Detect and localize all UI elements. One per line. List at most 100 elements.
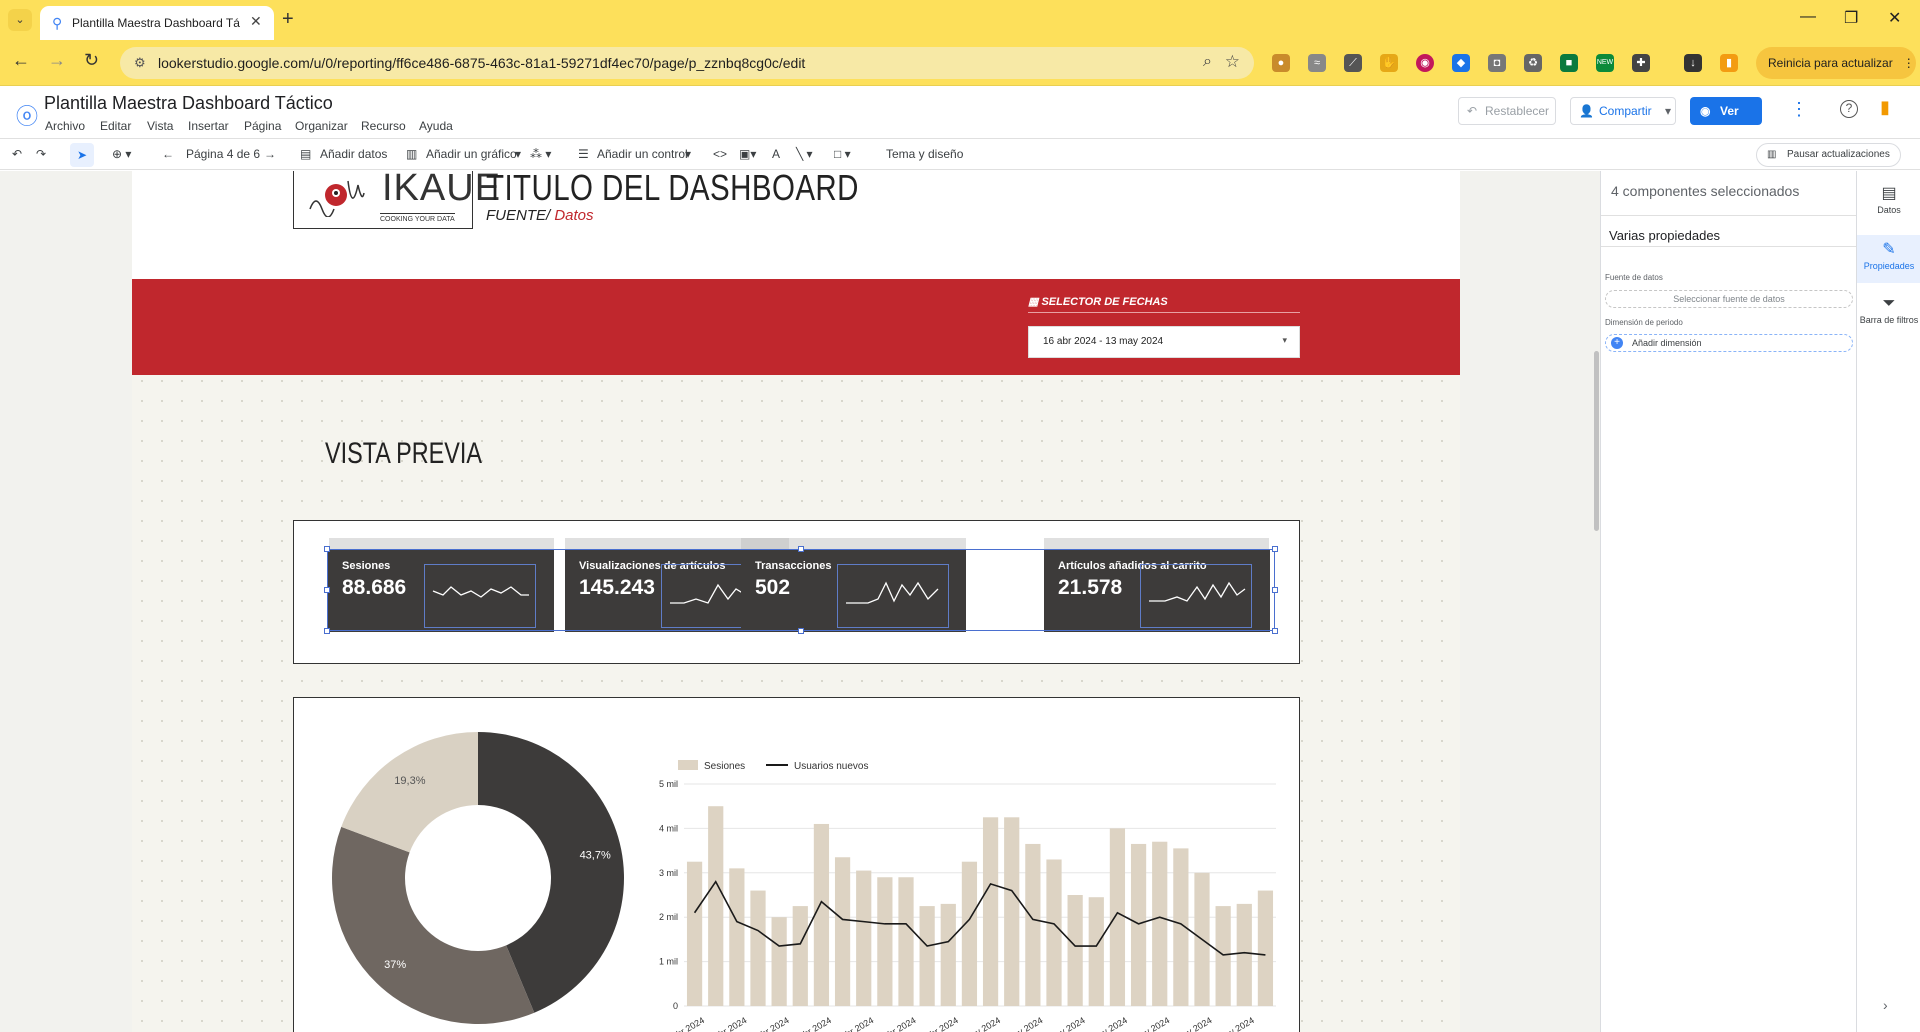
datasource-selector[interactable]: Seleccionar fuente de datos bbox=[1605, 290, 1853, 308]
tag-extension-icon[interactable]: ⟋ bbox=[1344, 54, 1362, 72]
analytics-icon[interactable]: ▮ bbox=[1720, 54, 1738, 72]
page-indicator[interactable]: Página 4 de 6 bbox=[186, 147, 260, 161]
puzzle-icon[interactable]: ✚ bbox=[1632, 54, 1650, 72]
bar[interactable] bbox=[729, 868, 745, 1006]
bar[interactable] bbox=[898, 877, 914, 1006]
close-window-icon[interactable]: ✕ bbox=[1888, 8, 1901, 28]
shape-icon[interactable]: □ ▾ bbox=[834, 147, 851, 161]
bar[interactable] bbox=[708, 806, 724, 1006]
resize-handle[interactable] bbox=[324, 628, 330, 634]
bar[interactable] bbox=[750, 890, 766, 1006]
menu-pagina[interactable]: Página bbox=[244, 119, 281, 133]
looker-studio-logo-icon[interactable]: ⓞ bbox=[16, 99, 38, 131]
resize-handle[interactable] bbox=[1272, 587, 1278, 593]
pause-updates-button[interactable]: ▥ Pausar actualizaciones bbox=[1756, 143, 1901, 167]
extension-icon[interactable]: ✋ bbox=[1380, 54, 1398, 72]
resize-handle[interactable] bbox=[1272, 628, 1278, 634]
resize-handle[interactable] bbox=[1272, 546, 1278, 552]
update-button[interactable]: Reinicia para actualizar ⋮ bbox=[1756, 47, 1916, 79]
menu-insertar[interactable]: Insertar bbox=[188, 119, 229, 133]
reset-button[interactable]: ↶ Restablecer bbox=[1458, 97, 1556, 125]
menu-organizar[interactable]: Organizar bbox=[295, 119, 348, 133]
logo[interactable]: IKAUE COOKING YOUR DATA bbox=[293, 171, 500, 229]
url-text[interactable]: lookerstudio.google.com/u/0/reporting/ff… bbox=[158, 55, 805, 71]
pie-slice[interactable] bbox=[341, 732, 478, 853]
selection-box[interactable] bbox=[327, 549, 1275, 631]
camera-icon[interactable]: ◘ bbox=[1488, 54, 1506, 72]
bar[interactable] bbox=[856, 870, 872, 1006]
resize-handle[interactable] bbox=[798, 628, 804, 634]
report-page[interactable]: IKAUE COOKING YOUR DATA TITULO DEL DASHB… bbox=[132, 171, 1460, 1032]
pie-slice[interactable] bbox=[332, 826, 535, 1024]
rail-data-tab[interactable]: ▤ Datos bbox=[1857, 183, 1920, 215]
bar[interactable] bbox=[834, 857, 851, 1006]
share-button[interactable]: 👤 Compartir ▾ bbox=[1570, 97, 1676, 125]
select-tool-icon[interactable]: ➤ bbox=[70, 143, 94, 167]
bar[interactable] bbox=[813, 823, 830, 1006]
more-options-icon[interactable]: ⋮ bbox=[1790, 99, 1808, 120]
menu-vista[interactable]: Vista bbox=[147, 119, 173, 133]
minimize-icon[interactable]: — bbox=[1800, 8, 1816, 26]
new-extension-icon[interactable]: NEW bbox=[1596, 54, 1614, 72]
close-tab-icon[interactable]: ✕ bbox=[250, 13, 262, 30]
color-extension-icon[interactable]: ◉ bbox=[1416, 54, 1434, 72]
zoom-icon[interactable]: ⌕ bbox=[1203, 53, 1212, 71]
embed-code-icon[interactable]: <> bbox=[713, 147, 727, 161]
bar[interactable] bbox=[961, 861, 978, 1006]
bar[interactable] bbox=[1236, 903, 1252, 1006]
combo-chart[interactable]: Sesiones Usuarios nuevos 0 1 mil 2 mil 3 mil 4… bbox=[644, 748, 1284, 1032]
bar[interactable] bbox=[1046, 859, 1062, 1006]
download-icon[interactable]: ↓ bbox=[1684, 54, 1702, 72]
bar[interactable] bbox=[1067, 895, 1083, 1006]
rail-filters-tab[interactable]: ⏷ Barra de filtros bbox=[1857, 295, 1920, 325]
date-range-picker[interactable]: 16 abr 2024 - 13 may 2024 ▾ bbox=[1028, 326, 1300, 358]
bar[interactable] bbox=[792, 906, 808, 1006]
redo-icon[interactable]: ↷ bbox=[36, 147, 46, 161]
report-canvas[interactable]: IKAUE COOKING YOUR DATA TITULO DEL DASHB… bbox=[0, 171, 1600, 1032]
preview-title[interactable]: VISTA PREVIA bbox=[325, 437, 482, 471]
prev-page-icon[interactable]: ← bbox=[162, 147, 174, 161]
cookie-extension-icon[interactable]: ● bbox=[1272, 54, 1290, 72]
menu-ayuda[interactable]: Ayuda bbox=[419, 119, 453, 133]
bar[interactable] bbox=[1152, 841, 1168, 1006]
share-dropdown-icon[interactable]: ▾ bbox=[1665, 98, 1671, 124]
menu-editar[interactable]: Editar bbox=[100, 119, 131, 133]
community-viz-icon[interactable]: ⁂ ▾ bbox=[530, 147, 551, 161]
report-title[interactable]: Plantilla Maestra Dashboard Táctico bbox=[44, 93, 333, 114]
next-page-icon[interactable]: → bbox=[264, 147, 276, 161]
bar[interactable] bbox=[877, 877, 893, 1006]
recycle-icon[interactable]: ♻ bbox=[1524, 54, 1542, 72]
address-bar[interactable]: ⚙ lookerstudio.google.com/u/0/reporting/… bbox=[120, 47, 1254, 79]
bar[interactable] bbox=[1109, 828, 1126, 1006]
bar[interactable] bbox=[1130, 843, 1147, 1006]
bar[interactable] bbox=[1257, 890, 1274, 1006]
chart-container[interactable]: 43,7% 37% 19,3% Sesiones Usuarios nuevos 0 1 … bbox=[293, 697, 1300, 1032]
extension-icon[interactable]: ≈ bbox=[1308, 54, 1326, 72]
bookmark-star-icon[interactable]: ☆ bbox=[1225, 52, 1240, 72]
rail-properties-tab[interactable]: ✎ Propiedades bbox=[1857, 235, 1920, 283]
add-control-button[interactable]: Añadir un control bbox=[597, 147, 688, 161]
bar[interactable] bbox=[771, 917, 787, 1006]
undo-icon[interactable]: ↶ bbox=[12, 147, 22, 161]
bar[interactable] bbox=[982, 817, 999, 1006]
reload-icon[interactable]: ↻ bbox=[84, 50, 99, 71]
resize-handle[interactable] bbox=[324, 587, 330, 593]
back-icon[interactable]: ← bbox=[12, 50, 30, 71]
canvas-scrollbar[interactable] bbox=[1594, 351, 1599, 531]
forward-icon[interactable]: → bbox=[48, 50, 66, 71]
tab-search-icon[interactable]: ⌄ bbox=[8, 9, 32, 31]
chevron-right-icon[interactable]: › bbox=[1883, 997, 1888, 1013]
chart-dropdown-icon[interactable]: ▾ bbox=[515, 147, 521, 161]
add-dimension-button[interactable]: + Añadir dimensión bbox=[1605, 334, 1853, 352]
source-line[interactable]: FUENTE/ Datos bbox=[486, 207, 594, 224]
resize-handle[interactable] bbox=[324, 546, 330, 552]
bar[interactable] bbox=[919, 906, 935, 1006]
extension-icon[interactable]: ◆ bbox=[1452, 54, 1470, 72]
add-data-button[interactable]: Añadir datos bbox=[320, 147, 387, 161]
restore-icon[interactable]: ❐ bbox=[1844, 8, 1858, 28]
bar[interactable] bbox=[1004, 817, 1020, 1006]
control-dropdown-icon[interactable]: ▾ bbox=[685, 147, 691, 161]
new-tab-icon[interactable]: + bbox=[282, 8, 294, 31]
image-icon[interactable]: ▣▾ bbox=[739, 147, 756, 161]
menu-archivo[interactable]: Archivo bbox=[45, 119, 85, 133]
